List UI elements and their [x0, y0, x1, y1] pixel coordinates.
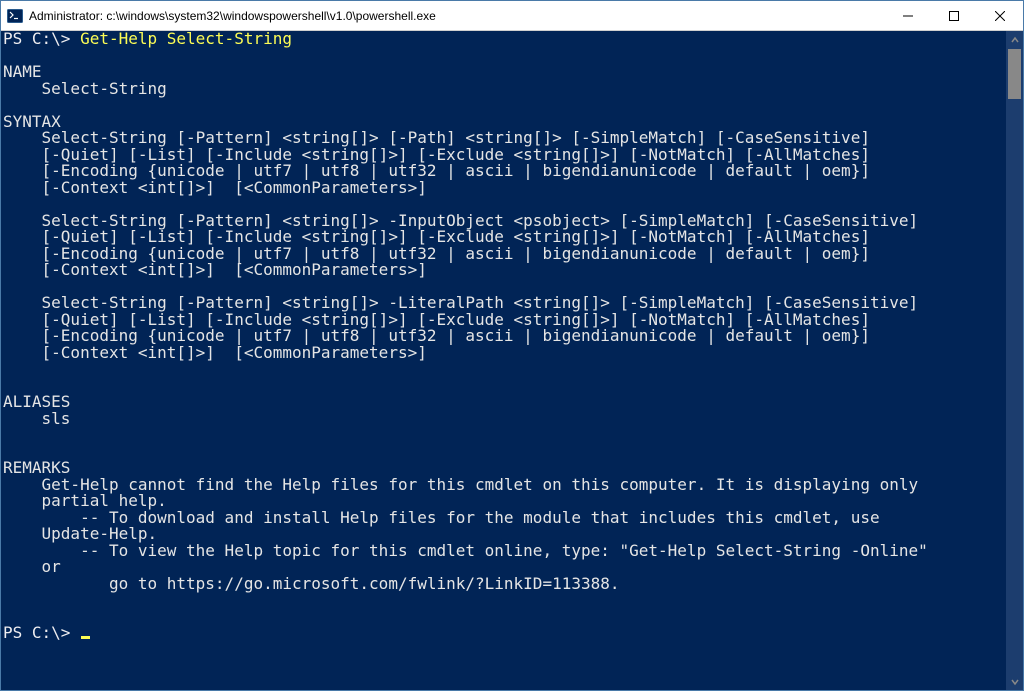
prompt-text: PS C:\> — [3, 623, 80, 642]
window-controls — [885, 1, 1023, 30]
window-title: Administrator: c:\windows\system32\windo… — [29, 1, 885, 31]
output-line: go to https://go.microsoft.com/fwlink/?L… — [3, 574, 620, 593]
titlebar[interactable]: Administrator: c:\windows\system32\windo… — [1, 1, 1023, 31]
output-line: -- To view the Help topic for this cmdle… — [3, 541, 928, 560]
console-output[interactable]: PS C:\> Get-Help Select-String NAME Sele… — [1, 31, 1006, 690]
close-button[interactable] — [977, 1, 1023, 30]
scrollbar-vertical[interactable] — [1006, 31, 1023, 690]
maximize-button[interactable] — [931, 1, 977, 30]
output-line: [-Context <int[]>] [<CommonParameters>] — [3, 343, 427, 362]
cursor — [81, 636, 90, 639]
scroll-down-arrow-icon[interactable] — [1006, 673, 1023, 690]
command-text: Get-Help Select-String — [80, 31, 292, 48]
powershell-icon — [7, 8, 23, 24]
scroll-thumb[interactable] — [1008, 49, 1021, 99]
output-line: [-Context <int[]>] [<CommonParameters>] — [3, 260, 427, 279]
output-line: [-Context <int[]>] [<CommonParameters>] — [3, 178, 427, 197]
output-line: sls — [3, 409, 70, 428]
console-area: PS C:\> Get-Help Select-String NAME Sele… — [1, 31, 1023, 690]
powershell-window: Administrator: c:\windows\system32\windo… — [0, 0, 1024, 691]
minimize-button[interactable] — [885, 1, 931, 30]
output-line: Select-String — [3, 79, 167, 98]
scroll-up-arrow-icon[interactable] — [1006, 31, 1023, 48]
prompt-text: PS C:\> — [3, 31, 80, 48]
